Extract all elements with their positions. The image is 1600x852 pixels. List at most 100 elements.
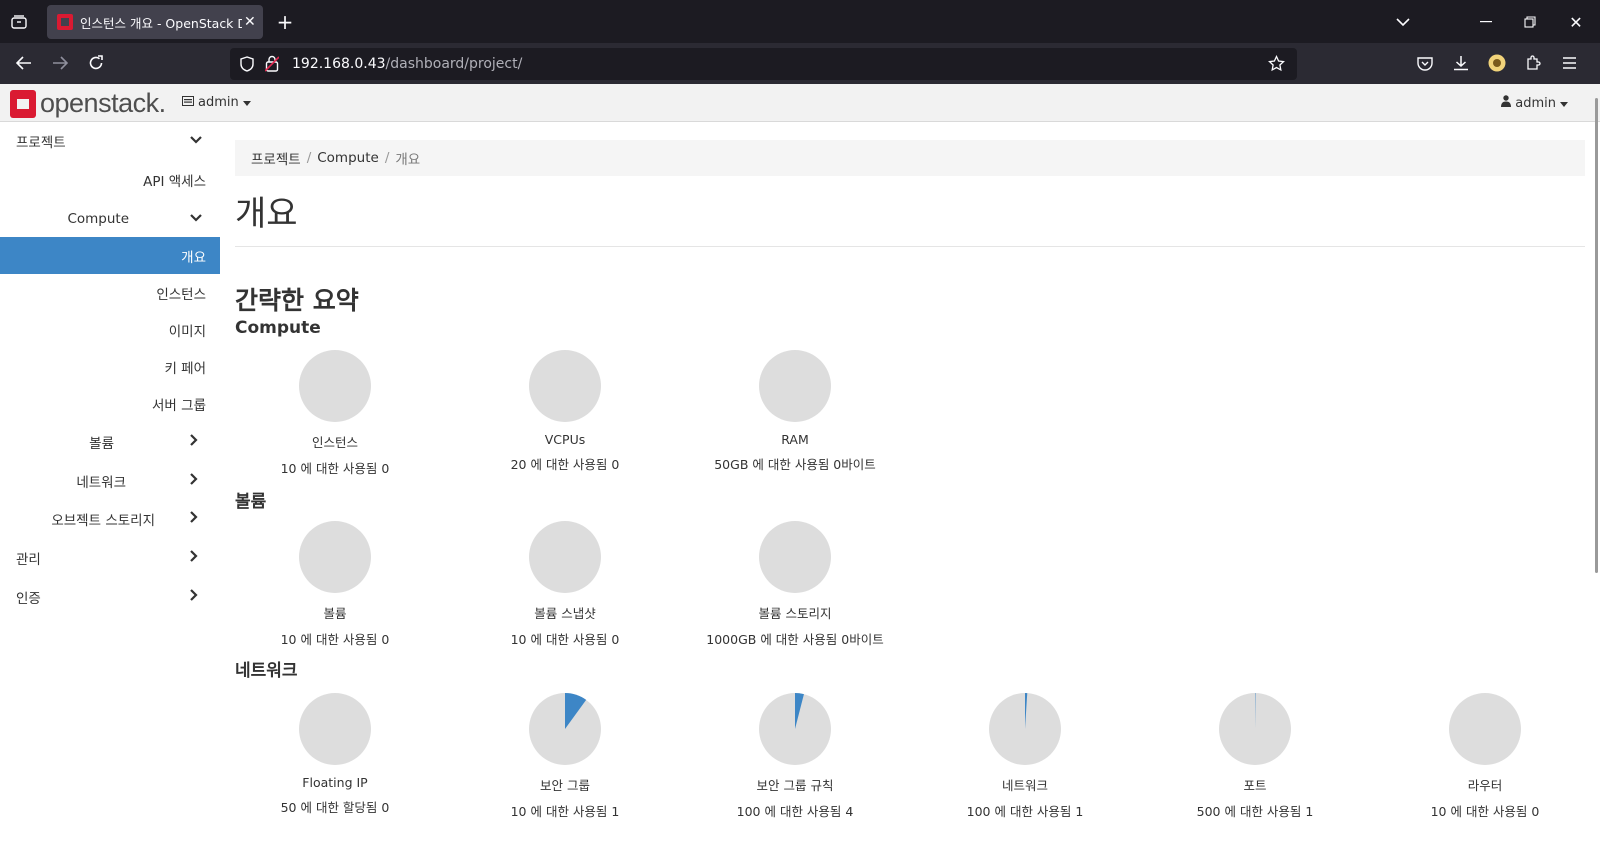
quota-chart: 포트 500 에 대한 사용됨 1 [1150, 692, 1360, 820]
user-icon [1501, 95, 1512, 111]
project-dropdown[interactable]: admin [182, 95, 251, 110]
url-path: /dashboard/project/ [385, 56, 523, 72]
quota-pie [529, 693, 601, 765]
sidebar-item-label: Compute [67, 210, 129, 227]
pie-background [529, 521, 601, 593]
new-tab-icon[interactable]: + [274, 10, 296, 34]
chevron-right-icon [190, 588, 198, 605]
openstack-logo[interactable]: openstack. [10, 88, 166, 119]
quota-chart: 보안 그룹 10 에 대한 사용됨 1 [460, 692, 670, 820]
restore-icon[interactable] [1519, 11, 1541, 33]
pocket-icon[interactable] [1413, 51, 1437, 75]
pie-background [299, 693, 371, 765]
quota-chart-usage: 100 에 대한 사용됨 4 [736, 804, 854, 819]
quota-pie [759, 521, 831, 593]
sidebar-item-compute[interactable]: Compute [0, 200, 220, 237]
sidebar-item-volumes[interactable]: 볼륨 [0, 423, 220, 460]
browser-tab-title: 인스턴스 개요 - OpenStack Dashboard [80, 15, 242, 31]
project-icon [182, 95, 194, 110]
quota-pie [1449, 693, 1521, 765]
sidebar-item-label: 인스턴스 [156, 286, 206, 303]
shield-icon[interactable] [240, 56, 254, 76]
logo-text: openstack. [40, 88, 166, 118]
pie-background [529, 350, 601, 422]
breadcrumb: 프로젝트 / Compute / 개요 [235, 140, 1585, 176]
quota-pie [529, 350, 601, 422]
sidebar-item-label: 프로젝트 [16, 134, 66, 151]
quota-chart-usage: 20 에 대한 사용됨 0 [510, 457, 620, 472]
openstack-logo-icon [10, 89, 36, 118]
downloads-icon[interactable] [1449, 51, 1473, 75]
breadcrumb-project[interactable]: 프로젝트 [251, 148, 301, 168]
quota-chart-title: 볼륨 스냅샷 [534, 606, 596, 621]
quota-chart-title: 인스턴스 [311, 435, 358, 450]
sidebar-item-project[interactable]: 프로젝트 [0, 122, 220, 159]
lock-warning-icon[interactable] [264, 55, 280, 76]
browser-nav-bar: 192.168.0.43/dashboard/project/ [0, 43, 1600, 84]
sidebar-item-label: 키 페어 [164, 360, 206, 377]
close-tab-icon[interactable]: ✕ [244, 14, 256, 30]
sidebar-item-label: 개요 [181, 249, 206, 266]
menu-icon[interactable] [1557, 51, 1581, 75]
quota-chart-usage: 1000GB 에 대한 사용됨 0바이트 [706, 632, 884, 647]
pie-background [1449, 693, 1521, 765]
user-dropdown[interactable]: admin [1501, 95, 1568, 111]
sidebar-item-overview[interactable]: 개요 [0, 237, 220, 274]
reload-icon[interactable] [84, 51, 108, 75]
quota-chart: 보안 그룹 규칙 100 에 대한 사용됨 4 [690, 692, 900, 820]
chevron-right-icon [190, 472, 198, 489]
bookmark-star-icon[interactable] [1268, 54, 1285, 76]
quota-chart: 인스턴스 10 에 대한 사용됨 0 [230, 349, 440, 477]
sidebar-item-label: 인증 [16, 590, 41, 607]
quota-chart: Floating IP 50 에 대한 할당됨 0 [230, 692, 440, 816]
back-icon[interactable] [12, 51, 36, 75]
sidebar-item-admin[interactable]: 관리 [0, 539, 220, 576]
quota-chart-title: 네트워크 [1001, 778, 1048, 793]
sidebar-item-api-access[interactable]: API 액세스 [0, 161, 220, 198]
close-window-icon[interactable]: ✕ [1565, 11, 1587, 33]
sidebar-item-object-storage[interactable]: 오브젝트 스토리지 [0, 500, 220, 537]
sidebar-item-images[interactable]: 이미지 [0, 311, 220, 348]
breadcrumb-compute[interactable]: Compute [317, 150, 379, 166]
url-bar[interactable]: 192.168.0.43/dashboard/project/ [230, 48, 1297, 80]
sidebar-item-identity[interactable]: 인증 [0, 578, 220, 615]
quota-pie [299, 521, 371, 593]
browser-tab[interactable]: 인스턴스 개요 - OpenStack Dashboard ✕ [47, 5, 263, 39]
quota-chart-usage: 10 에 대한 사용됨 0 [280, 461, 390, 476]
pie-background [759, 521, 831, 593]
openstack-favicon-icon [57, 14, 73, 30]
page-scrollbar[interactable] [1595, 98, 1598, 573]
url-host: 192.168.0.43 [292, 56, 386, 72]
caret-down-icon [1560, 96, 1568, 111]
quota-chart-title: 볼륨 스토리지 [758, 606, 832, 621]
forward-icon[interactable] [48, 51, 72, 75]
quota-chart: 네트워크 100 에 대한 사용됨 1 [920, 692, 1130, 820]
quota-pie [759, 693, 831, 765]
chevron-down-icon [190, 133, 202, 148]
minimize-icon[interactable] [1475, 11, 1497, 33]
sidebar-item-network[interactable]: 네트워크 [0, 462, 220, 499]
sidebar-item-label: 서버 그룹 [152, 397, 206, 414]
sidebar-item-server-groups[interactable]: 서버 그룹 [0, 385, 220, 422]
extensions-icon[interactable] [1521, 51, 1545, 75]
sidebar-item-label: 이미지 [168, 323, 206, 340]
sidebar-item-key-pairs[interactable]: 키 페어 [0, 348, 220, 385]
quota-chart-title: 볼륨 [323, 606, 347, 621]
quota-chart-title: VCPUs [544, 432, 586, 447]
sidebar-item-instances[interactable]: 인스턴스 [0, 274, 220, 311]
page-title: 개요 [235, 194, 298, 234]
tab-overview-icon[interactable] [8, 12, 30, 32]
quota-chart-title: 보안 그룹 규칙 [756, 778, 834, 793]
quota-chart-usage: 10 에 대한 사용됨 0 [280, 632, 390, 647]
summary-heading: 간략한 요약 [235, 286, 359, 315]
openstack-header: openstack. admin admin [0, 84, 1600, 122]
account-avatar-icon[interactable] [1485, 51, 1509, 75]
quota-chart: RAM 50GB 에 대한 사용됨 0바이트 [690, 349, 900, 473]
quota-chart-usage: 10 에 대한 사용됨 0 [1430, 804, 1540, 819]
quota-chart: 볼륨 스토리지 1000GB 에 대한 사용됨 0바이트 [690, 520, 900, 648]
list-tabs-icon[interactable] [1393, 12, 1413, 32]
quota-chart: 볼륨 10 에 대한 사용됨 0 [230, 520, 440, 648]
section-heading-network: 네트워크 [235, 661, 298, 681]
quota-chart-title: 라우터 [1467, 778, 1503, 793]
breadcrumb-separator: / [384, 150, 390, 166]
